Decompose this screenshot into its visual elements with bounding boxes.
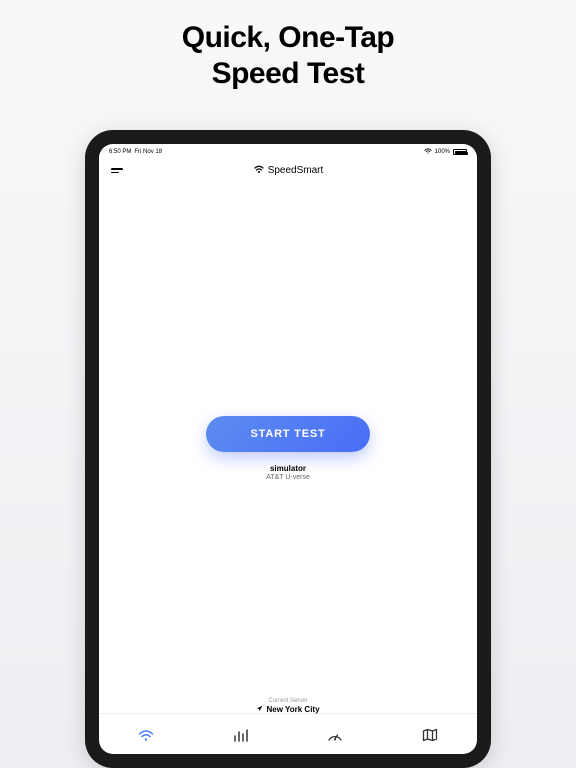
status-battery-percent: 100% <box>435 149 450 155</box>
network-info[interactable]: simulator AT&T U-verse <box>266 464 310 481</box>
network-name: simulator <box>266 464 310 473</box>
app-logo: SpeedSmart <box>253 164 324 177</box>
app-name: SpeedSmart <box>268 165 324 176</box>
start-test-button[interactable]: START TEST <box>206 416 369 452</box>
location-arrow-icon <box>256 705 263 714</box>
app-header: SpeedSmart <box>99 158 477 183</box>
wifi-icon <box>137 726 155 744</box>
server-city: New York City <box>266 705 319 714</box>
server-name: New York City <box>99 705 477 714</box>
battery-icon <box>453 149 467 155</box>
tab-map[interactable] <box>383 726 478 744</box>
map-icon <box>421 726 439 744</box>
tablet-device-frame: 6:50 PM Fri Nov 18 100% <box>85 130 491 768</box>
menu-icon[interactable] <box>111 168 123 173</box>
headline-line2: Speed Test <box>0 56 576 92</box>
tablet-screen: 6:50 PM Fri Nov 18 100% <box>99 144 477 754</box>
server-info[interactable]: Current Server New York City <box>99 698 477 714</box>
status-bar-left: 6:50 PM Fri Nov 18 <box>109 149 162 155</box>
logo-wifi-icon <box>253 164 265 177</box>
status-date: Fri Nov 18 <box>134 149 162 155</box>
tab-speed[interactable] <box>99 726 194 744</box>
status-time: 6:50 PM <box>109 149 131 155</box>
bars-icon <box>232 726 250 744</box>
status-bar-right: 100% <box>424 148 467 156</box>
tab-history[interactable] <box>194 726 289 744</box>
tab-tools[interactable] <box>288 726 383 744</box>
status-bar: 6:50 PM Fri Nov 18 100% <box>99 144 477 158</box>
tab-bar <box>99 713 477 754</box>
gauge-icon <box>326 726 344 744</box>
headline-line1: Quick, One-Tap <box>0 20 576 56</box>
wifi-signal-icon <box>424 148 432 156</box>
server-label: Current Server <box>99 698 477 704</box>
network-isp: AT&T U-verse <box>266 474 310 481</box>
main-content: START TEST simulator AT&T U-verse <box>99 183 477 713</box>
marketing-headline: Quick, One-Tap Speed Test <box>0 0 576 92</box>
